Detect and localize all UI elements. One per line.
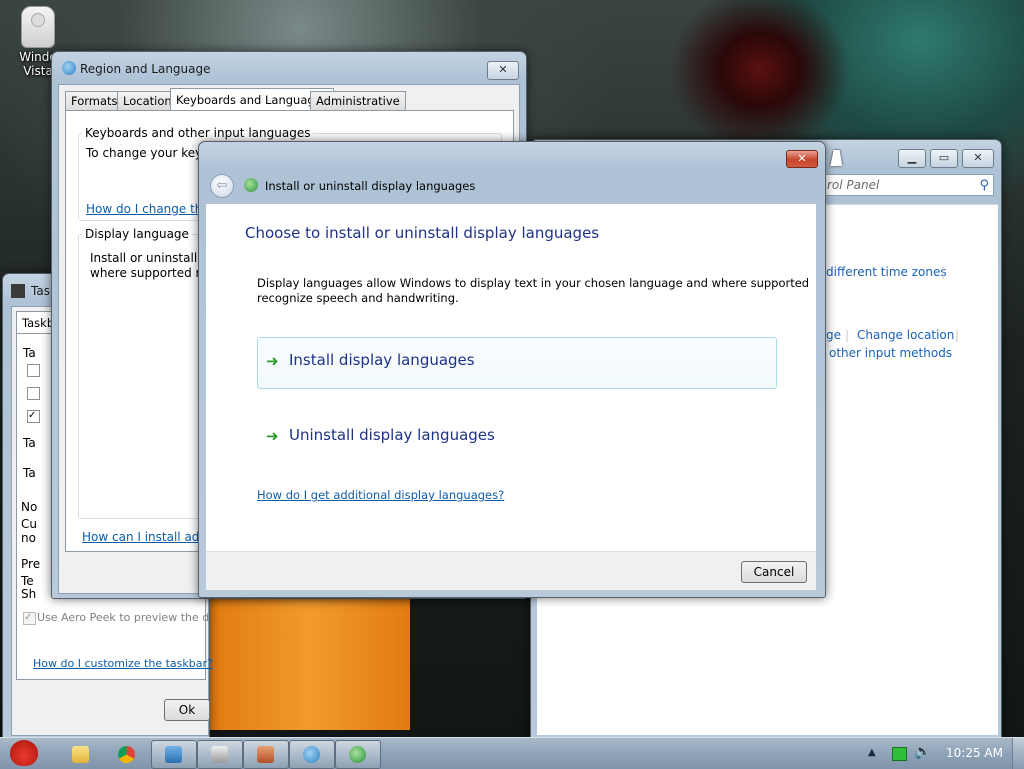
taskbar-language[interactable] <box>335 740 381 769</box>
label: Ta <box>23 436 36 450</box>
close-button[interactable]: ✕ <box>786 150 818 168</box>
taskbar-chrome[interactable] <box>104 740 150 769</box>
install-option-label: Install display languages <box>289 351 475 369</box>
close-button[interactable]: ✕ <box>962 149 994 168</box>
label: Ta <box>23 346 36 360</box>
taskbar-control-panel[interactable] <box>289 740 335 769</box>
keyboards-text: To change your keyb <box>86 146 210 160</box>
install-display-languages-option[interactable]: ➜ Install display languages <box>257 337 777 389</box>
language-globe-icon <box>244 178 258 192</box>
checkbox[interactable] <box>27 387 40 400</box>
clock[interactable]: 10:25 AM <box>946 746 1003 760</box>
taskbar-app[interactable] <box>151 740 197 769</box>
display-language-text-1: Install or uninstall la <box>90 251 212 265</box>
taskbar: ▲ 🔈 10:25 AM <box>0 737 1024 769</box>
tab-location[interactable]: Location <box>117 91 178 110</box>
folder-icon <box>72 746 89 763</box>
label: Te <box>21 574 34 588</box>
checkbox-aero-peek[interactable]: ✓ <box>23 612 36 625</box>
tab-formats[interactable]: Formats <box>65 91 124 110</box>
additional-languages-help-link[interactable]: How do I get additional display language… <box>257 488 504 502</box>
separator: | <box>955 328 960 342</box>
uninstall-display-languages-option[interactable]: ➜ Uninstall display languages <box>257 412 777 464</box>
show-hidden-icons-arrow[interactable]: ▲ <box>868 747 876 758</box>
aero-peek-label: Use Aero Peek to preview the d <box>37 611 210 624</box>
tool-icon <box>257 746 274 763</box>
keyboards-group-label: Keyboards and other input languages <box>82 126 314 140</box>
label: Cu <box>21 517 37 531</box>
language-icon <box>349 746 366 763</box>
label: Ta <box>23 466 36 480</box>
dialog-heading: Choose to install or uninstall display l… <box>245 224 600 242</box>
link-different-time-zones[interactable]: different time zones <box>826 265 947 279</box>
show-desktop-button[interactable] <box>1012 738 1024 769</box>
uninstall-option-label: Uninstall display languages <box>289 426 495 444</box>
maximize-button[interactable]: ▭ <box>930 149 958 168</box>
ok-button[interactable]: Ok <box>164 699 210 721</box>
globe-icon <box>62 61 76 75</box>
separator: | <box>845 328 850 342</box>
taskbar-settings-icon <box>211 746 228 763</box>
taskbar-icon <box>11 284 25 298</box>
keyboards-help-link[interactable]: How do I change the <box>86 202 210 216</box>
search-box[interactable]: rol Panel ⚲ <box>824 174 994 196</box>
window-title: Region and Language <box>80 62 211 76</box>
taskbar-explorer[interactable] <box>58 740 104 769</box>
chrome-icon <box>118 746 135 763</box>
angry-bird-icon <box>10 740 38 766</box>
search-placeholder: rol Panel <box>827 178 880 192</box>
dialog-description-1: Display languages allow Windows to displ… <box>257 276 810 290</box>
label: No <box>21 500 38 514</box>
display-languages-dialog: ✕ ⇦ Install or uninstall display languag… <box>198 141 826 598</box>
help-customize-taskbar-link[interactable]: How do I customize the taskbar? <box>33 657 213 670</box>
label: no <box>21 531 36 545</box>
taskbar-tool[interactable] <box>243 740 289 769</box>
globe-icon <box>303 746 320 763</box>
display-language-label: Display language <box>82 227 192 241</box>
dialog-body: Choose to install or uninstall display l… <box>206 204 816 551</box>
display-language-text-2: where supported rec <box>90 266 215 280</box>
label: Sh <box>21 587 37 601</box>
orange-banner <box>210 598 410 730</box>
green-arrow-icon: ➜ <box>266 427 279 445</box>
start-button[interactable] <box>4 738 44 769</box>
link-change-location[interactable]: Change location <box>857 328 954 342</box>
back-arrow-icon[interactable]: ⇦ <box>210 174 234 198</box>
dialog-title: Install or uninstall display languages <box>265 179 476 193</box>
green-arrow-icon: ➜ <box>266 352 279 370</box>
taskbar-taskbar-properties[interactable] <box>197 740 243 769</box>
volume-icon[interactable]: 🔈 <box>914 744 931 760</box>
app-icon <box>165 746 182 763</box>
link-other-input-methods[interactable]: other input methods <box>829 346 952 360</box>
computer-icon <box>21 6 55 48</box>
network-icon[interactable] <box>892 747 907 761</box>
tab-administrative[interactable]: Administrative <box>310 91 406 110</box>
checkbox-checked[interactable]: ✓ <box>27 410 40 423</box>
search-icon[interactable]: ⚲ <box>979 176 989 196</box>
cancel-button[interactable]: Cancel <box>741 561 807 583</box>
checkbox[interactable] <box>27 364 40 377</box>
separator: | <box>941 265 946 279</box>
close-button[interactable]: ✕ <box>487 61 519 80</box>
label: Pre <box>21 557 41 571</box>
dialog-description-2: recognize speech and handwriting. <box>257 291 459 305</box>
dialog-footer: Cancel <box>206 551 816 590</box>
minimize-button[interactable]: ▁ <box>898 149 926 168</box>
link-ge[interactable]: ge <box>826 328 841 342</box>
